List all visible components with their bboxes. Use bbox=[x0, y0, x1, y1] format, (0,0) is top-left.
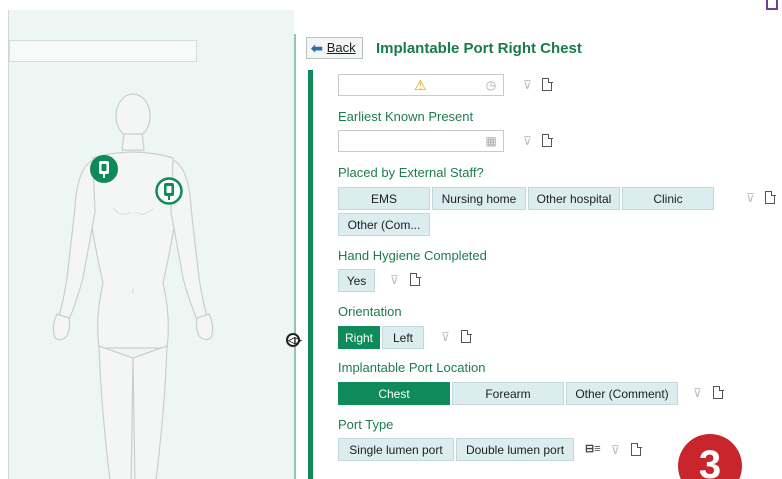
back-arrow-icon: ⬅ bbox=[311, 40, 323, 56]
document-icon[interactable] bbox=[765, 190, 776, 204]
filter-icon[interactable]: ⊽ bbox=[523, 134, 532, 148]
back-button-label: Back bbox=[326, 40, 356, 55]
filter-icon[interactable]: ⊽ bbox=[693, 386, 702, 400]
option-left[interactable]: Left bbox=[382, 326, 424, 349]
left-search-input[interactable] bbox=[9, 40, 197, 62]
option-nursing-home[interactable]: Nursing home bbox=[432, 187, 526, 210]
option-right[interactable]: Right bbox=[338, 326, 380, 349]
top-strip bbox=[0, 0, 782, 10]
earliest-known-present-field[interactable]: ▦ bbox=[338, 130, 504, 152]
earliest-known-present-label: Earliest Known Present bbox=[338, 109, 474, 124]
filter-icon[interactable]: ⊽ bbox=[746, 191, 755, 205]
option-other-hospital[interactable]: Other hospital bbox=[528, 187, 620, 210]
body-diagram-pane bbox=[8, 10, 294, 479]
placement-time-field[interactable]: ⚠ ◷ bbox=[338, 74, 504, 96]
filter-icon[interactable]: ⊽ bbox=[611, 443, 620, 457]
port-type-label: Port Type bbox=[338, 417, 394, 432]
option-clinic[interactable]: Clinic bbox=[622, 187, 714, 210]
splitter-handle-icon[interactable]: ◁▷ bbox=[286, 333, 302, 347]
filter-icon[interactable]: ⊽ bbox=[441, 330, 450, 344]
option-other-comment[interactable]: Other (Com... bbox=[338, 213, 430, 236]
document-icon[interactable] bbox=[631, 442, 642, 456]
document-icon[interactable] bbox=[461, 329, 472, 343]
pane-splitter[interactable] bbox=[294, 34, 302, 479]
calendar-icon[interactable]: ▦ bbox=[484, 134, 498, 148]
filter-icon[interactable]: ⊽ bbox=[390, 273, 399, 287]
body-figure bbox=[52, 93, 214, 479]
orientation-label: Orientation bbox=[338, 304, 402, 319]
port-marker-icon[interactable] bbox=[89, 154, 119, 184]
back-button[interactable]: ⬅ Back bbox=[306, 37, 363, 59]
port-marker-icon[interactable] bbox=[154, 176, 184, 206]
option-double-lumen[interactable]: Double lumen port bbox=[456, 438, 574, 461]
option-chest[interactable]: Chest bbox=[338, 382, 450, 405]
window-corner-icon[interactable] bbox=[766, 0, 778, 10]
option-yes[interactable]: Yes bbox=[338, 269, 375, 292]
detail-pane: ⬅ Back Implantable Port Right Chest ⚠ ◷ … bbox=[302, 34, 782, 479]
document-icon[interactable] bbox=[542, 77, 553, 91]
flowsheet-form: ⚠ ◷ ⊽ Earliest Known Present ▦ ⊽ Placed … bbox=[308, 70, 782, 479]
placed-by-external-staff-label: Placed by External Staff? bbox=[338, 165, 484, 180]
warning-icon: ⚠ bbox=[414, 77, 427, 93]
port-location-label: Implantable Port Location bbox=[338, 360, 486, 375]
list-icon[interactable]: ⊟≡ bbox=[585, 442, 601, 455]
page-title: Implantable Port Right Chest bbox=[376, 40, 582, 57]
document-icon[interactable] bbox=[713, 385, 724, 399]
option-other-comment-location[interactable]: Other (Comment) bbox=[566, 382, 678, 405]
clock-icon[interactable]: ◷ bbox=[484, 78, 498, 92]
option-ems[interactable]: EMS bbox=[338, 187, 430, 210]
filter-icon[interactable]: ⊽ bbox=[523, 78, 532, 92]
option-forearm[interactable]: Forearm bbox=[452, 382, 564, 405]
document-icon[interactable] bbox=[542, 133, 553, 147]
document-icon[interactable] bbox=[410, 272, 421, 286]
option-single-lumen[interactable]: Single lumen port bbox=[338, 438, 454, 461]
detail-header: ⬅ Back Implantable Port Right Chest bbox=[302, 34, 782, 64]
hand-hygiene-label: Hand Hygiene Completed bbox=[338, 248, 487, 263]
